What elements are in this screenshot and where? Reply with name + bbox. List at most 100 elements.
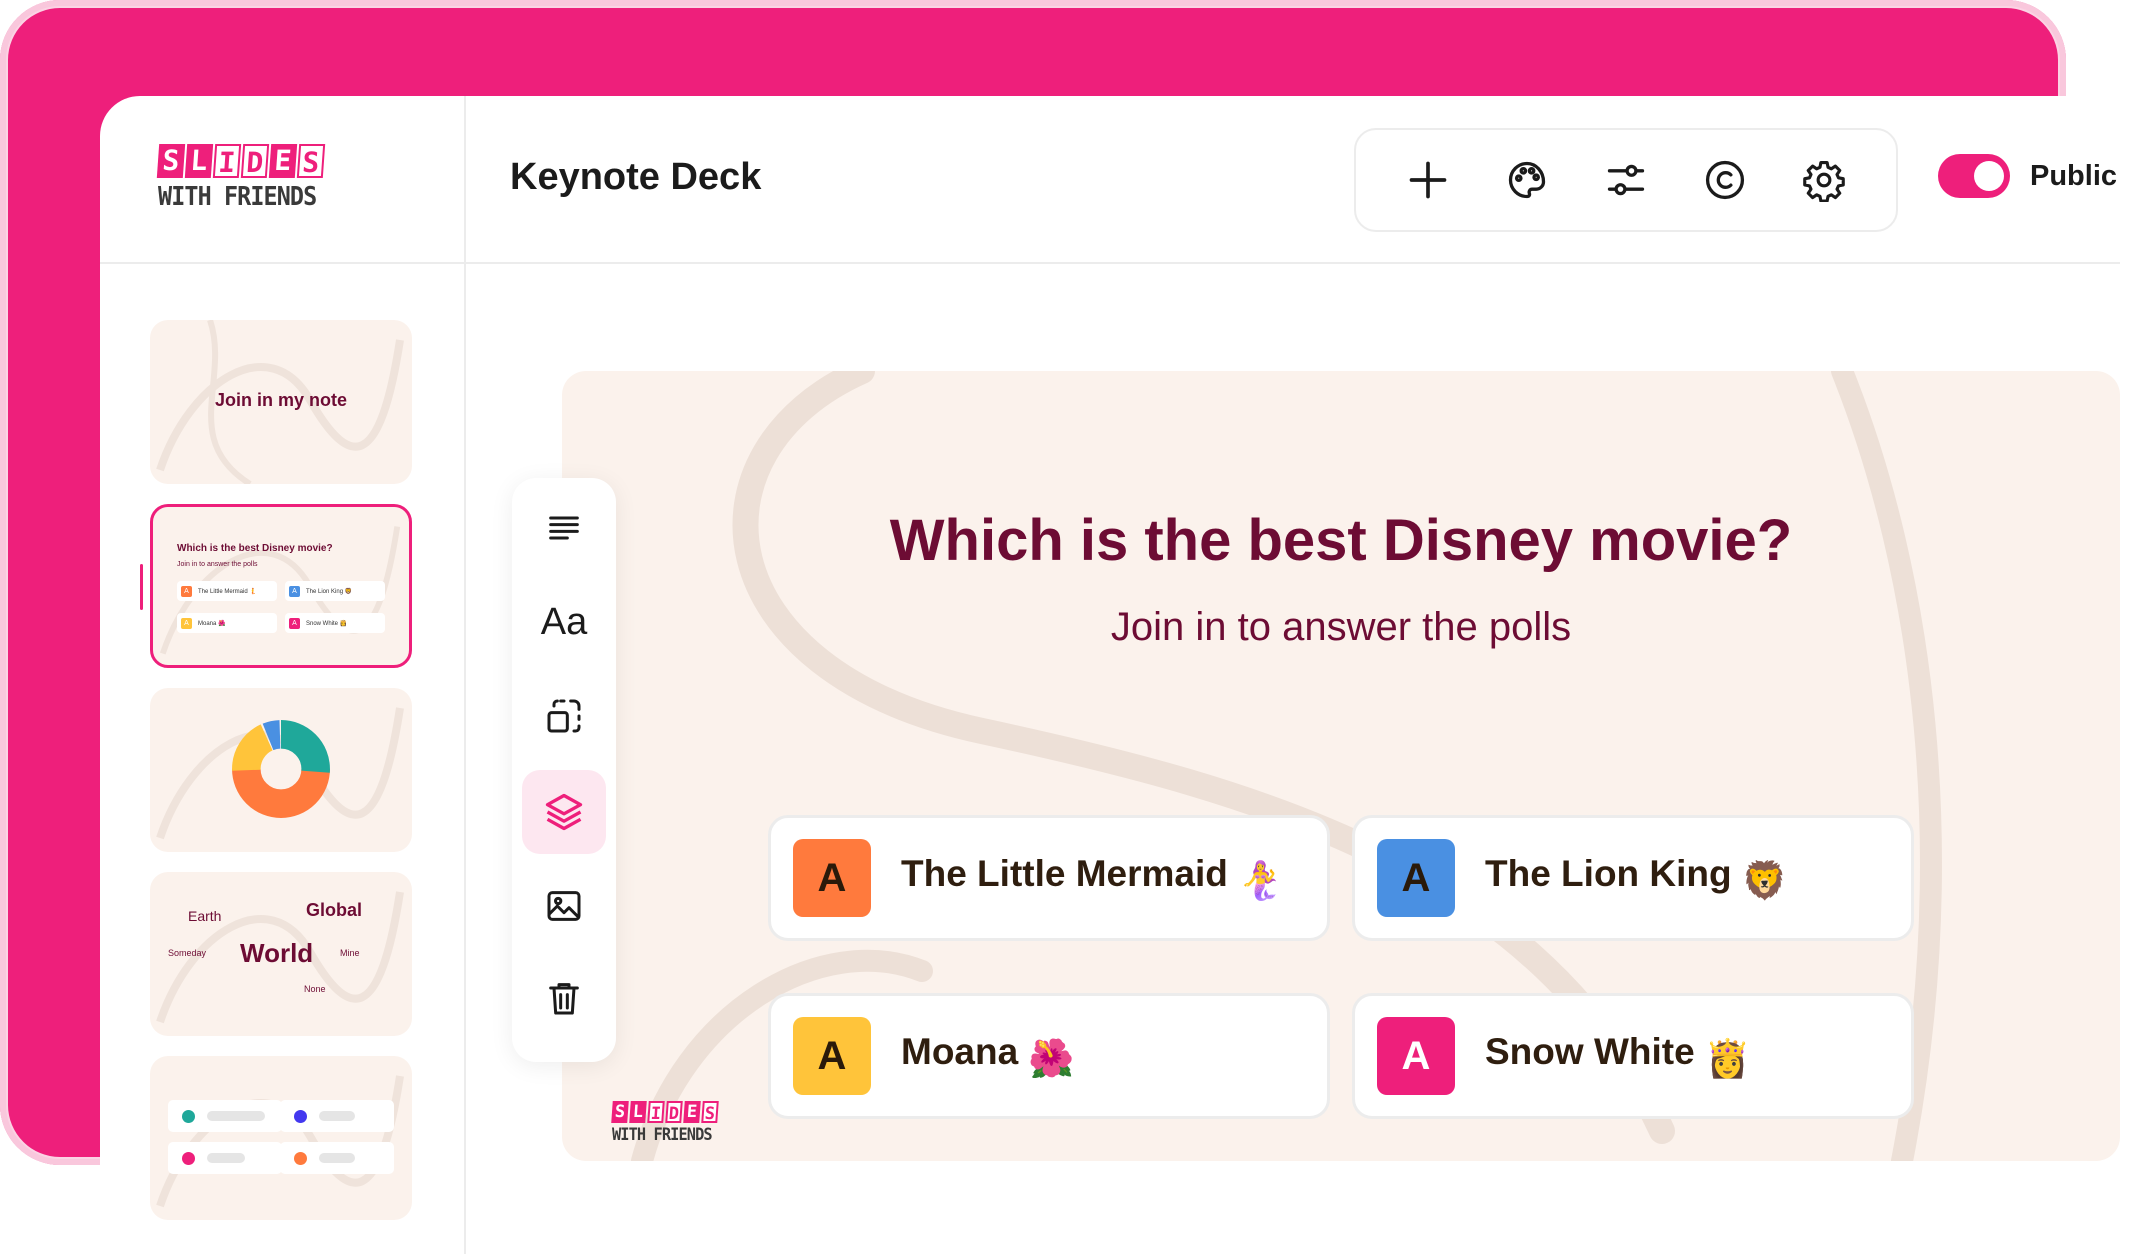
question-subtitle[interactable]: Join in to answer the polls: [562, 605, 2120, 650]
mini-badge: A: [181, 585, 192, 597]
logo-letter: S: [296, 144, 326, 179]
resize-button[interactable]: [522, 674, 606, 758]
slide-thumb-3[interactable]: [150, 688, 412, 852]
option-moana[interactable]: A Moana 🌺: [768, 993, 1330, 1119]
option-badge: A: [793, 839, 871, 917]
option-badge: A: [1377, 1017, 1455, 1095]
mini-option-label: Snow White 👸: [306, 620, 348, 627]
option-badge: A: [1377, 839, 1455, 917]
logo-letter: I: [212, 144, 242, 179]
logo-letter: S: [156, 144, 186, 178]
list-row: [280, 1142, 394, 1174]
public-label: Public: [2030, 159, 2118, 192]
dot: [294, 1109, 307, 1123]
mini-option: A The Lion King 🦁: [285, 581, 385, 601]
option-label: Snow White: [1485, 1030, 1695, 1072]
option-lion-king[interactable]: A The Lion King 🦁: [1352, 815, 1914, 941]
settings-icon: [1803, 161, 1846, 202]
option-text: The Little Mermaid 🧜‍♀️: [901, 853, 1284, 903]
word-world: World: [240, 938, 314, 968]
dot: [294, 1151, 307, 1165]
option-text: Moana 🌺: [901, 1031, 1074, 1081]
bar: [319, 1153, 355, 1163]
font-button[interactable]: Aa: [522, 580, 606, 664]
align-text-icon: [549, 516, 579, 540]
slide-thumb-title: Which is the best Disney movie?: [177, 543, 333, 554]
header-toolbar: [1354, 128, 1898, 232]
logo-letter: I: [647, 1101, 665, 1124]
mini-option-label: The Little Mermaid 🧜: [198, 588, 257, 595]
hibiscus-emoji: 🌺: [1028, 1038, 1075, 1080]
option-little-mermaid[interactable]: A The Little Mermaid 🧜‍♀️: [768, 815, 1330, 941]
slide-thumb-2[interactable]: Which is the best Disney movie? Join in …: [150, 504, 412, 668]
slide-watermark-logo: S L I D E S WITH FRIENDS: [611, 1101, 723, 1145]
copyright-button[interactable]: [1695, 150, 1755, 210]
bar: [207, 1111, 265, 1121]
deck-title[interactable]: Keynote Deck: [510, 156, 761, 199]
delete-button[interactable]: [522, 956, 606, 1040]
word-mine: Mine: [340, 948, 360, 958]
logo[interactable]: S L I D E S WITH FRIENDS: [156, 144, 358, 212]
slide-canvas[interactable]: Which is the best Disney movie? Join in …: [562, 371, 2120, 1161]
logo-subtitle: WITH FRIENDS: [158, 182, 317, 212]
lion-emoji: 🦁: [1741, 860, 1788, 902]
font-icon: Aa: [540, 600, 588, 643]
theme-button[interactable]: [1497, 150, 1557, 210]
logo-letter: D: [240, 144, 270, 179]
word-global: Global: [306, 900, 363, 920]
logo-letter: E: [683, 1101, 701, 1123]
app-window: S L I D E S WITH FRIENDS Keynote Deck Pu…: [100, 96, 2154, 1254]
mini-option: A Moana 🌺: [177, 613, 277, 633]
header: S L I D E S WITH FRIENDS Keynote Deck Pu…: [100, 96, 2120, 264]
dot: [182, 1109, 195, 1123]
option-text: The Lion King 🦁: [1485, 853, 1788, 903]
bar: [207, 1153, 245, 1163]
trash-icon: [549, 983, 579, 1015]
mini-option-label: The Lion King 🦁: [306, 588, 353, 595]
image-button[interactable]: [522, 864, 606, 948]
logo-letter: S: [611, 1101, 629, 1123]
slide-thumb-5[interactable]: [150, 1056, 412, 1220]
mermaid-emoji: 🧜‍♀️: [1237, 860, 1284, 902]
bar: [319, 1111, 355, 1121]
logo-top: S L I D E S: [156, 144, 358, 179]
option-snow-white[interactable]: A Snow White 👸: [1352, 993, 1914, 1119]
question-title[interactable]: Which is the best Disney movie?: [562, 507, 2120, 574]
logo-top: S L I D E S: [611, 1101, 723, 1124]
layers-button[interactable]: [522, 770, 606, 854]
mini-option: A Snow White 👸: [285, 613, 385, 633]
dot: [182, 1151, 195, 1165]
mini-badge: A: [289, 585, 300, 597]
layers-icon: [545, 793, 583, 831]
image-icon: [547, 891, 581, 921]
word-none: None: [304, 984, 326, 994]
slide-thumb-4[interactable]: Earth Global Someday World Mine None: [150, 872, 412, 1036]
settings-button[interactable]: [1794, 150, 1854, 210]
slide-thumbnails: Join in my note Which is the best Disney…: [100, 264, 466, 1254]
active-slide-marker: [140, 564, 143, 610]
word-someday: Someday: [168, 948, 207, 958]
palette-icon: [1508, 161, 1545, 199]
word-earth: Earth: [188, 908, 222, 924]
brand-cell: S L I D E S WITH FRIENDS: [100, 96, 466, 264]
mini-option-label: Moana 🌺: [198, 620, 226, 627]
add-icon: [1409, 161, 1446, 199]
option-label: The Lion King: [1485, 852, 1732, 894]
mini-badge: A: [289, 617, 300, 629]
list-row: [168, 1142, 282, 1174]
logo-letter: S: [701, 1101, 719, 1124]
add-button[interactable]: [1398, 150, 1458, 210]
text-align-button[interactable]: [522, 486, 606, 570]
adjust-button[interactable]: [1596, 150, 1656, 210]
option-text: Snow White 👸: [1485, 1031, 1751, 1081]
slide-thumb-text: Join in my note: [214, 390, 347, 410]
princess-emoji: 👸: [1704, 1038, 1751, 1080]
public-toggle[interactable]: [1938, 154, 2010, 198]
slide-thumb-1[interactable]: Join in my note: [150, 320, 412, 484]
swirl-decoration: [156, 1075, 404, 1208]
list-row: [280, 1100, 394, 1132]
donut-chart-icon: [232, 720, 330, 818]
element-toolbar: Aa: [512, 478, 616, 1062]
mini-badge: A: [181, 617, 192, 629]
list-row: [168, 1100, 282, 1132]
